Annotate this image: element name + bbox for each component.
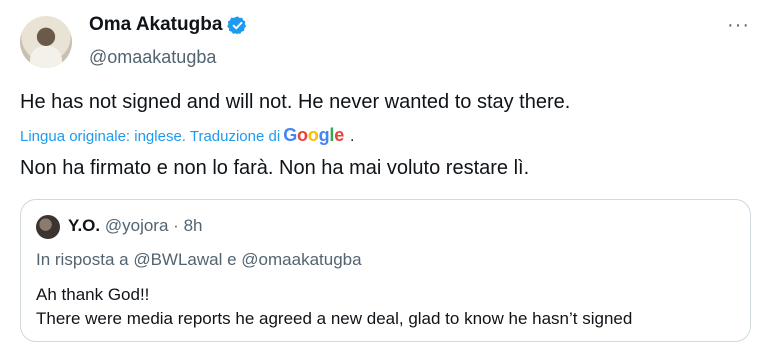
author-name[interactable]: Oma Akatugba [89,14,222,36]
quoted-text-line-2: There were media reports he agreed a new… [36,309,633,328]
quoted-author-name: Y.O. [68,216,101,235]
translation-dot: . [350,128,355,145]
google-logo: Google [283,125,345,145]
quoted-reply-context: In risposta a @BWLawal e @omaakatugba [36,250,362,269]
translation-attribution[interactable]: Lingua originale: inglese. Traduzione di… [20,125,354,146]
author-handle[interactable]: @omaakatugba [89,47,216,68]
quoted-tweet-header: Y.O. @yojora · 8h [68,216,202,236]
more-options-icon[interactable]: ··· [727,15,750,35]
quoted-timestamp: 8h [183,216,203,235]
author-name-row: Oma Akatugba [89,14,248,36]
quoted-tweet-card[interactable]: Y.O. @yojora · 8h In risposta a @BWLawal… [20,199,751,342]
verified-badge-icon [227,15,247,35]
translation-label: Lingua originale: inglese. Traduzione di [20,128,281,145]
quoted-separator: · [173,216,179,235]
quoted-tweet-text: Ah thank God!! There were media reports … [36,283,632,331]
translated-tweet-text: Non ha firmato e non lo farà. Non ha mai… [20,157,530,179]
quoted-author-avatar [36,215,60,239]
tweet-text: He has not signed and will not. He never… [20,91,571,113]
quoted-text-line-1: Ah thank God!! [36,285,150,304]
quoted-author-handle: @yojora [104,216,169,235]
author-avatar[interactable] [20,16,72,68]
